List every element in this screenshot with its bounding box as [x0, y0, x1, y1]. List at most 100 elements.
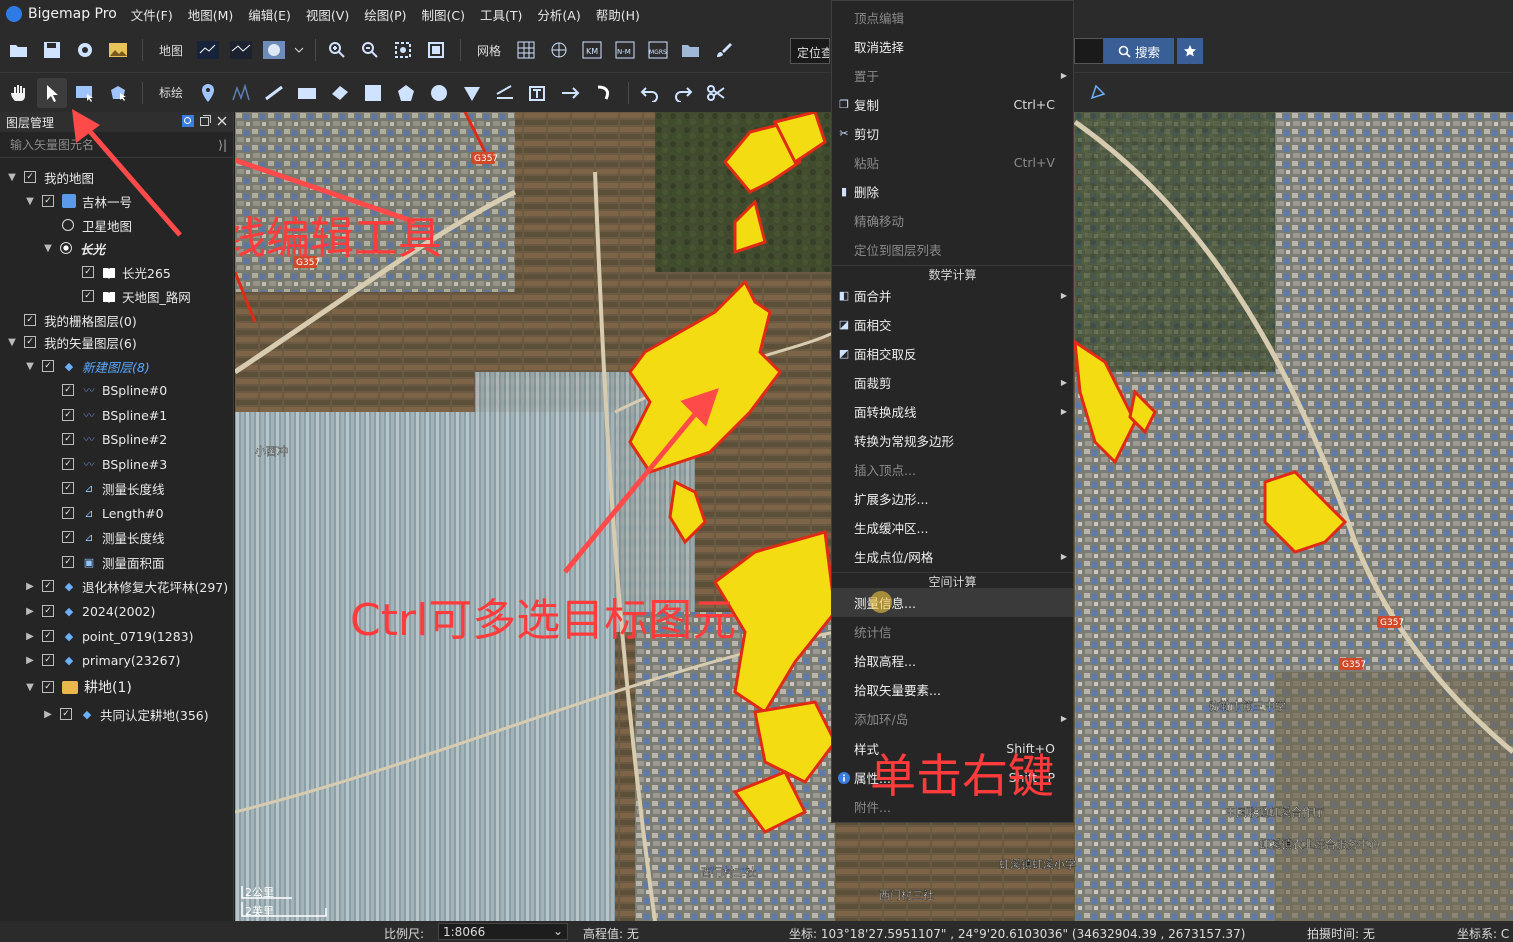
expand-chevron-icon[interactable]: ▼ [42, 243, 54, 254]
menu-item-intersect-inverse[interactable]: ◩ 面相交取反 [832, 339, 1073, 368]
menu-item-pick-vector[interactable]: 拾取矢量要素... [832, 675, 1073, 704]
search-input[interactable] [1074, 38, 1104, 64]
tree-item-measure-line[interactable]: ✓ ⊿ 测量长度线 [0, 476, 234, 500]
layer-checkbox[interactable]: ✓ [82, 266, 94, 278]
expand-chevron-icon[interactable]: ▼ [6, 172, 18, 183]
layer-checkbox[interactable]: ✓ [62, 384, 74, 396]
layer-checkbox[interactable]: ✓ [62, 433, 74, 445]
curved-arrow-icon[interactable] [589, 78, 619, 108]
menu-item-intersect[interactable]: ◪ 面相交 [832, 310, 1073, 339]
layer-checkbox[interactable]: ✓ [42, 195, 54, 207]
panel-close-icon[interactable] [217, 115, 227, 130]
menu-item-merge[interactable]: ◧ 面合并 ▶ [832, 281, 1073, 310]
expand-chevron-icon[interactable]: ▶ [24, 606, 36, 617]
circle-icon[interactable] [424, 78, 454, 108]
collapse-panel-icon[interactable]: ⟩| [218, 138, 227, 152]
layer-checkbox[interactable]: ✓ [62, 482, 74, 494]
menu-item-buffer[interactable]: 生成缓冲区... [832, 513, 1073, 542]
nm-grid-icon[interactable]: N-M [610, 35, 640, 65]
layer-checkbox[interactable]: ✓ [42, 580, 54, 592]
favorite-star-icon[interactable] [1177, 38, 1203, 64]
menu-item-expand-polygon[interactable]: 扩展多边形... [832, 484, 1073, 513]
menu-item-copy[interactable]: ❐ 复制 Ctrl+C [832, 90, 1073, 119]
globe-grid-icon[interactable] [544, 35, 574, 65]
layer-checkbox[interactable]: ✓ [42, 630, 54, 642]
map-label[interactable]: 地图 [159, 42, 183, 59]
text-label-icon[interactable] [523, 78, 553, 108]
open-folder-icon[interactable] [4, 35, 34, 65]
map-dropdown-chevron-icon[interactable] [292, 35, 306, 65]
layer-checkbox[interactable]: ✓ [62, 556, 74, 568]
layer-checkbox[interactable]: ✓ [42, 654, 54, 666]
menu-edit[interactable]: 编辑(E) [248, 5, 291, 24]
mgrs-grid-icon[interactable]: MGRS [643, 35, 673, 65]
menu-item-paste[interactable]: 粘贴 Ctrl+V [832, 148, 1073, 177]
menu-map[interactable]: 地图(M) [188, 5, 234, 24]
folder-grid-icon[interactable] [676, 35, 706, 65]
layer-checkbox[interactable]: ✓ [60, 708, 72, 720]
layer-checkbox[interactable]: ✓ [42, 605, 54, 617]
expand-chevron-icon[interactable]: ▶ [24, 655, 36, 666]
panel-float-icon[interactable] [200, 114, 211, 130]
square-icon[interactable] [358, 78, 388, 108]
menu-help[interactable]: 帮助(H) [596, 5, 640, 24]
tree-item-bspline1[interactable]: ✓ 〰 BSpline#1 [0, 403, 234, 427]
menu-item-pick-elevation[interactable]: 拾取高程... [832, 646, 1073, 675]
layer-checkbox[interactable]: ✓ [24, 314, 36, 326]
menu-item-vertex-edit[interactable]: 顶点编辑 [832, 3, 1073, 32]
zoom-extent-icon[interactable] [388, 35, 418, 65]
map-globe-icon[interactable] [259, 35, 289, 65]
arrow-right-icon[interactable] [556, 78, 586, 108]
menu-item-clip[interactable]: 面裁剪 ▶ [832, 368, 1073, 397]
menu-item-delete[interactable]: ▮ 删除 [832, 177, 1073, 206]
menu-item-deselect[interactable]: 取消选择 [832, 32, 1073, 61]
menu-item-locate-in-list[interactable]: 定位到图层列表 [832, 235, 1073, 264]
tree-item-2024[interactable]: ▶ ✓ ◆ 2024(2002) [0, 599, 234, 623]
menu-item-insert-vertex[interactable]: 插入顶点... [832, 455, 1073, 484]
image-icon[interactable] [103, 35, 133, 65]
tree-item-tianditu-road[interactable]: ✓ 天地图_路网 [0, 284, 234, 308]
layer-checkbox[interactable]: ✓ [62, 458, 74, 470]
tree-item-bspline2[interactable]: ✓ 〰 BSpline#2 [0, 427, 234, 451]
pen-tool-icon[interactable] [1083, 77, 1113, 107]
map-dark-icon[interactable] [226, 35, 256, 65]
tree-item-measure-line-2[interactable]: ✓ ⊿ 测量长度线 [0, 525, 234, 549]
tree-item-joint-farmland[interactable]: ▶ ✓ ◆ 共同认定耕地(356) [0, 702, 234, 726]
menu-item-to-polygon[interactable]: 转换为常规多边形 [832, 426, 1073, 455]
expand-chevron-icon[interactable]: ▶ [24, 631, 36, 642]
rectangle-icon[interactable] [292, 78, 322, 108]
expand-chevron-icon[interactable]: ▶ [42, 709, 54, 720]
pan-hand-icon[interactable] [4, 78, 34, 108]
scale-select[interactable]: 1:8066 ⌄ [438, 923, 568, 940]
tree-item-length0[interactable]: ✓ ⊿ Length#0 [0, 501, 234, 525]
tree-item-bspline0[interactable]: ✓ 〰 BSpline#0 [0, 378, 234, 402]
zoom-out-icon[interactable] [355, 35, 385, 65]
layer-checkbox[interactable]: ✓ [24, 171, 36, 183]
brush-icon[interactable] [709, 35, 739, 65]
menu-item-point-grid[interactable]: 生成点位/网格 ▶ [832, 542, 1073, 571]
pentagon-icon[interactable] [391, 78, 421, 108]
locate-input[interactable]: 定位查 [790, 38, 830, 64]
tree-item-vector-layers[interactable]: ▼ ✓ 我的矢量图层(6) [0, 330, 234, 354]
expand-chevron-icon[interactable]: ▼ [24, 196, 36, 207]
tree-item-raster-layers[interactable]: ✓ 我的栅格图层(0) [0, 308, 234, 332]
search-button[interactable]: 搜索 [1104, 38, 1174, 64]
layer-checkbox[interactable]: ✓ [62, 531, 74, 543]
menu-item-measure-info[interactable]: 测量信息... [832, 588, 1073, 617]
tree-item-measure-area[interactable]: ✓ ▣ 测量面积面 [0, 550, 234, 574]
menu-file[interactable]: 文件(F) [131, 5, 173, 24]
menu-draw[interactable]: 绘图(P) [364, 5, 406, 24]
menu-analysis[interactable]: 分析(A) [537, 5, 580, 24]
map-night-icon[interactable] [193, 35, 223, 65]
tree-item-new-layer[interactable]: ▼ ✓ ◆ 新建图层(8) [0, 354, 234, 378]
layer-checkbox[interactable]: ✓ [42, 360, 54, 372]
menu-item-add-ring[interactable]: 添加环/岛 ▶ [832, 704, 1073, 733]
expand-chevron-icon[interactable]: ▶ [24, 581, 36, 592]
km-grid-icon[interactable]: KM [577, 35, 607, 65]
grid-icon[interactable] [511, 35, 541, 65]
tree-item-point0719[interactable]: ▶ ✓ ◆ point_0719(1283) [0, 624, 234, 648]
grid-label[interactable]: 网格 [477, 42, 501, 59]
layer-checkbox[interactable]: ✓ [62, 409, 74, 421]
polyline-icon[interactable] [226, 78, 256, 108]
menu-item-cut[interactable]: ✂ 剪切 [832, 119, 1073, 148]
